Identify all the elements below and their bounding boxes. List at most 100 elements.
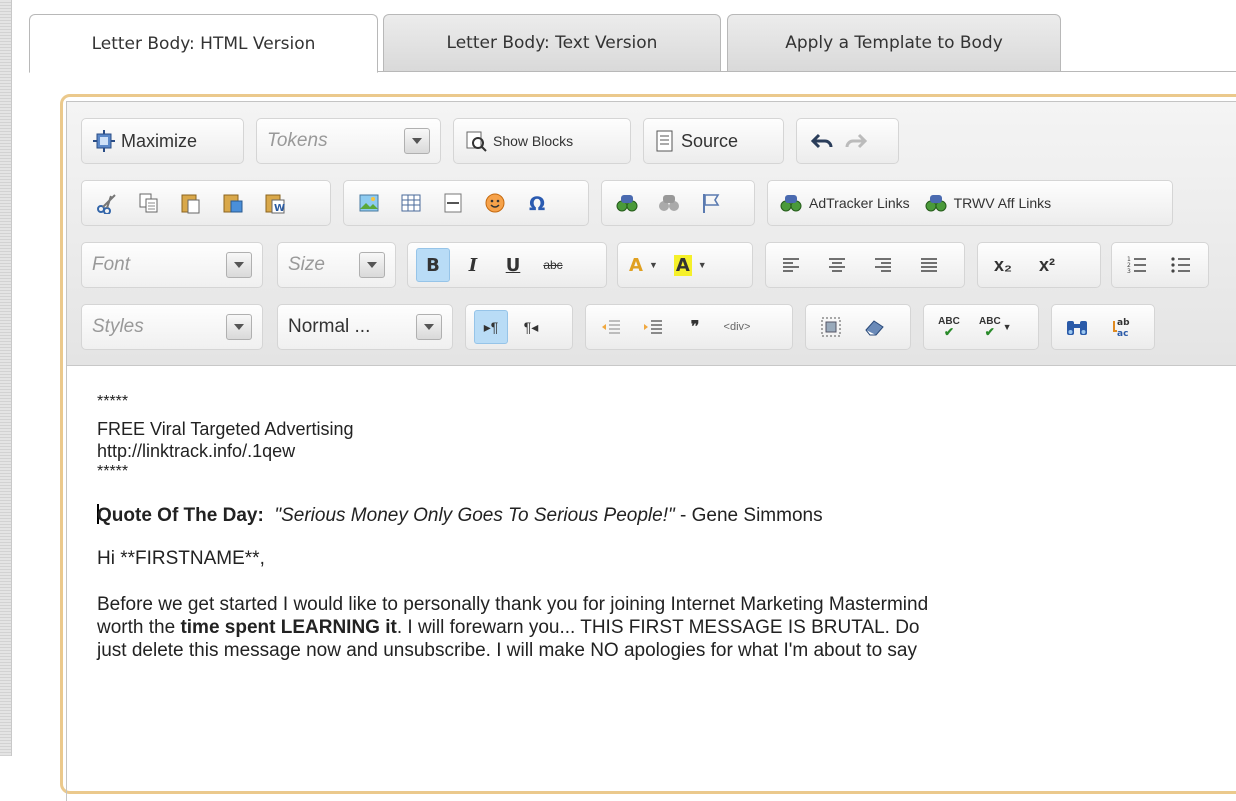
- underline-button[interactable]: U: [496, 248, 530, 282]
- find-group: ab ac: [1051, 304, 1155, 350]
- flag-icon: [703, 194, 720, 213]
- italic-button[interactable]: I: [456, 248, 490, 282]
- quote-label: Quote Of The Day:: [97, 505, 264, 526]
- maximize-group: Maximize: [81, 118, 244, 164]
- spellcheck-as-you-type-button[interactable]: ABC ✔ ▼: [976, 310, 1015, 344]
- undo-button[interactable]: [805, 124, 839, 158]
- redo-icon: [845, 133, 867, 149]
- remove-format-button[interactable]: [858, 310, 892, 344]
- adtracker-links-button[interactable]: AdTracker Links: [776, 186, 913, 220]
- table-icon: [401, 194, 421, 212]
- tab-apply-template[interactable]: Apply a Template to Body: [727, 14, 1061, 72]
- paste-button[interactable]: [174, 186, 208, 220]
- find-button[interactable]: [1060, 310, 1094, 344]
- ad-headline: FREE Viral Targeted Advertising: [97, 419, 354, 439]
- separator-stars: *****: [97, 393, 129, 410]
- styles-dropdown[interactable]: Styles: [81, 304, 263, 350]
- bold-button[interactable]: B: [416, 248, 450, 282]
- basic-styles-group: B I U abc: [407, 242, 607, 288]
- tab-text-version[interactable]: Letter Body: Text Version: [383, 14, 721, 72]
- trwv-aff-links-button[interactable]: TRWV Aff Links: [921, 186, 1055, 220]
- undo-redo-group: [796, 118, 899, 164]
- align-center-button[interactable]: [820, 248, 854, 282]
- ltr-button[interactable]: ▸¶: [474, 310, 508, 344]
- quote-text: "Serious Money Only Goes To Serious Peop…: [274, 505, 675, 526]
- strikethrough-button[interactable]: abc: [536, 248, 570, 282]
- show-blocks-button[interactable]: Show Blocks: [462, 124, 576, 158]
- size-dropdown[interactable]: Size: [277, 242, 396, 288]
- custom-links-group: AdTracker Links TRWV Aff Links: [767, 180, 1173, 226]
- align-right-icon: [875, 258, 891, 272]
- copy-icon: [139, 193, 158, 213]
- link-group: [601, 180, 755, 226]
- outdent-button[interactable]: [594, 310, 628, 344]
- maximize-button[interactable]: Maximize: [90, 124, 200, 158]
- bullet-list-icon: [1171, 257, 1190, 273]
- justify-icon: [921, 258, 937, 272]
- select-all-icon: [821, 317, 841, 337]
- chevron-down-icon: [226, 252, 252, 278]
- paste-icon: [181, 194, 200, 214]
- eraser-icon: [865, 320, 884, 336]
- trwv-link-icon: [925, 195, 947, 212]
- div-container-button[interactable]: <div>: [720, 310, 754, 344]
- spellcheck-button[interactable]: ABC ✔: [932, 310, 966, 344]
- outdent-icon: [602, 320, 620, 334]
- quote-icon: ❞: [690, 319, 700, 336]
- tokens-dropdown[interactable]: Tokens: [256, 118, 441, 164]
- image-button[interactable]: [352, 186, 386, 220]
- copy-button[interactable]: [132, 186, 166, 220]
- redo-button[interactable]: [839, 124, 873, 158]
- rtl-icon: ¶◂: [523, 318, 539, 335]
- smiley-button[interactable]: [478, 186, 512, 220]
- indent-button[interactable]: [636, 310, 670, 344]
- align-right-button[interactable]: [866, 248, 900, 282]
- paste-text-icon: [223, 194, 243, 213]
- horizontal-rule-button[interactable]: [436, 186, 470, 220]
- select-all-button[interactable]: [814, 310, 848, 344]
- source-button[interactable]: Source: [652, 124, 741, 158]
- unlink-icon: [659, 195, 679, 211]
- justify-button[interactable]: [912, 248, 946, 282]
- div-icon: <div>: [723, 321, 751, 333]
- align-left-button[interactable]: [774, 248, 808, 282]
- maximize-icon: [93, 130, 115, 152]
- smiley-icon: [485, 193, 505, 213]
- tab-html-version[interactable]: Letter Body: HTML Version: [29, 14, 378, 73]
- omega-icon: Ω: [529, 193, 545, 214]
- font-dropdown[interactable]: Font: [81, 242, 263, 288]
- scissors-icon: [97, 194, 116, 214]
- blockquote-button[interactable]: ❞: [678, 310, 712, 344]
- cut-button[interactable]: [90, 186, 124, 220]
- paste-text-button[interactable]: [216, 186, 250, 220]
- text-color-button[interactable]: A ▼: [626, 248, 661, 282]
- source-group: Source: [643, 118, 784, 164]
- ad-url: http://linktrack.info/.1qew: [97, 441, 296, 461]
- quote-author: - Gene Simmons: [674, 505, 823, 526]
- link-button[interactable]: [610, 186, 644, 220]
- chevron-down-icon: ▼: [697, 260, 707, 270]
- replace-button[interactable]: ab ac: [1104, 310, 1138, 344]
- align-left-icon: [783, 258, 799, 272]
- superscript-button[interactable]: x²: [1030, 248, 1064, 282]
- left-frame-border: [0, 0, 12, 756]
- show-blocks-group: Show Blocks: [453, 118, 631, 164]
- paste-word-button[interactable]: W: [258, 186, 292, 220]
- clipboard-group: W: [81, 180, 331, 226]
- chevron-down-icon: [226, 314, 252, 340]
- subscript-button[interactable]: x₂: [986, 248, 1020, 282]
- chevron-down-icon: [416, 314, 442, 340]
- numbered-list-button[interactable]: 123: [1120, 248, 1154, 282]
- format-dropdown[interactable]: Normal ...: [277, 304, 453, 350]
- rtl-button[interactable]: ¶◂: [514, 310, 548, 344]
- chevron-down-icon: [359, 252, 385, 278]
- quote-line: Quote Of The Day: "Serious Money Only Go…: [97, 504, 1236, 527]
- unlink-button[interactable]: [652, 186, 686, 220]
- table-button[interactable]: [394, 186, 428, 220]
- bg-color-button[interactable]: A ▼: [671, 248, 710, 282]
- bullet-list-button[interactable]: [1164, 248, 1198, 282]
- anchor-button[interactable]: [694, 186, 728, 220]
- special-char-button[interactable]: Ω: [520, 186, 554, 220]
- editor-content[interactable]: ***** FREE Viral Targeted Advertising ht…: [97, 392, 1236, 662]
- image-icon: [359, 194, 379, 212]
